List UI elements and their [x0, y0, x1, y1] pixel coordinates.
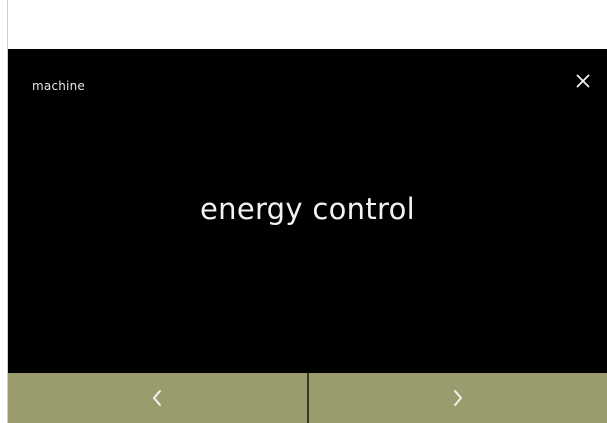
next-button[interactable]	[308, 373, 607, 423]
breadcrumb: machine	[32, 79, 85, 93]
close-icon	[576, 74, 590, 88]
previous-button[interactable]	[8, 373, 307, 423]
device-screen: machine energy control	[8, 49, 607, 423]
page-title: energy control	[200, 192, 415, 226]
close-button[interactable]	[569, 67, 597, 95]
chevron-right-icon	[453, 390, 462, 406]
chevron-left-icon	[153, 390, 162, 406]
navigation-bar	[8, 373, 607, 423]
